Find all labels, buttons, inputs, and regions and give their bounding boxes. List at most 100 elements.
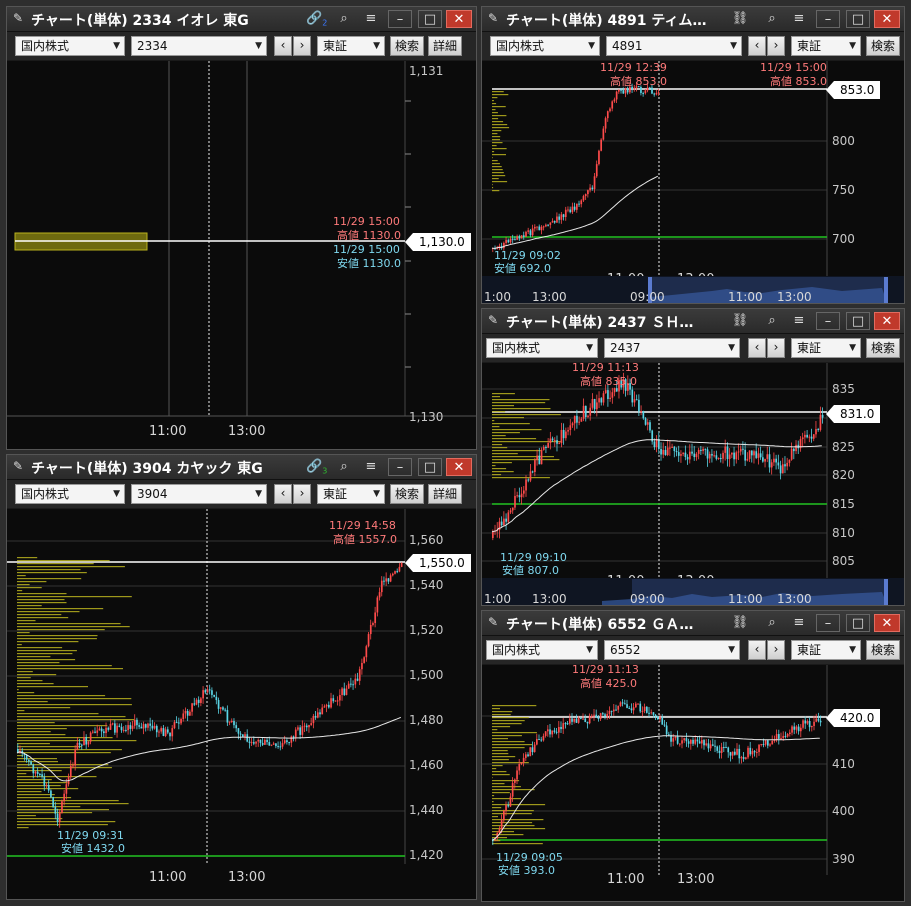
high-label: 高値 835.0 [580, 374, 637, 388]
volume-profile-bar [492, 172, 504, 174]
maximize-button[interactable]: □ [846, 614, 870, 632]
next-button[interactable]: › [293, 36, 311, 56]
next-button[interactable]: › [767, 36, 785, 56]
volume-profile-bar [17, 605, 42, 607]
navigator-handle-right[interactable] [884, 277, 888, 303]
prev-button[interactable]: ‹ [274, 484, 292, 504]
code-input[interactable]: 2334 ▼ [131, 36, 267, 56]
close-button[interactable]: ✕ [446, 458, 472, 476]
candle-body [538, 226, 541, 231]
search-button[interactable]: 検索 [866, 640, 900, 660]
close-button[interactable]: ✕ [874, 614, 900, 632]
market-select[interactable]: 国内株式 ▼ [486, 338, 598, 358]
candle-body [120, 726, 123, 731]
price-chart[interactable]: 1,560 1,540 1,520 1,500 1,480 1,460 1,44… [7, 509, 476, 899]
menu-icon[interactable]: ≡ [361, 458, 381, 476]
minimize-button[interactable]: – [816, 614, 840, 632]
title-bar[interactable]: ✎ チャート(単体) 4891 ティム… ⛓ ⌕ ≡ – □ ✕ [482, 7, 904, 32]
maximize-button[interactable]: □ [418, 458, 442, 476]
title-bar[interactable]: ✎ チャート(単体) 2334 イオレ 東G 🔗2 ⌕ ≡ – □ ✕ [7, 7, 476, 32]
search-button[interactable]: 検索 [390, 36, 424, 56]
volume-profile-bar [492, 729, 498, 731]
minimize-button[interactable]: – [388, 10, 412, 28]
candle-body [565, 431, 567, 439]
pin-icon[interactable]: ✎ [488, 11, 498, 25]
candle-body [608, 710, 611, 714]
prev-button[interactable]: ‹ [748, 36, 766, 56]
menu-icon[interactable]: ≡ [789, 312, 809, 330]
code-input[interactable]: 2437 ▼ [604, 338, 740, 358]
volume-profile-bar [492, 429, 542, 431]
link-icon[interactable]: 🔗3 [306, 458, 327, 476]
pin-icon[interactable]: ✎ [488, 313, 498, 327]
price-chart[interactable]: 800 750 700 11/29 12:39 高値 853.0 11/29 1… [482, 61, 904, 303]
pin-icon[interactable]: ✎ [13, 11, 23, 25]
candle-body [562, 214, 565, 218]
price-chart[interactable]: 1,131 1,130 11/29 15:00 高値 1130.0 11/29 … [7, 61, 476, 449]
prev-button[interactable]: ‹ [748, 338, 766, 358]
candle-body [633, 399, 636, 403]
search-button[interactable]: 検索 [866, 338, 900, 358]
title-bar[interactable]: ✎ チャート(単体) 3904 カヤック 東G 🔗3 ⌕ ≡ – □ ✕ [7, 455, 476, 480]
candle-body [609, 108, 611, 112]
low-time: 11/29 09:31 [57, 829, 124, 842]
minimize-button[interactable]: – [388, 458, 412, 476]
navigator-handle-right[interactable] [884, 579, 888, 605]
volume-profile-bar [17, 770, 62, 772]
link-icon[interactable]: ⛓ [730, 614, 750, 632]
minimize-button[interactable]: – [816, 312, 840, 330]
candle-body [255, 741, 257, 744]
exchange-select[interactable]: 東証 ▼ [317, 484, 385, 504]
close-button[interactable]: ✕ [874, 312, 900, 330]
exchange-select[interactable]: 東証 ▼ [791, 640, 861, 660]
volume-profile-bar [17, 626, 130, 628]
market-select[interactable]: 国内株式 ▼ [490, 36, 600, 56]
menu-icon[interactable]: ≡ [789, 614, 809, 632]
market-select[interactable]: 国内株式 ▼ [15, 36, 125, 56]
close-button[interactable]: ✕ [874, 10, 900, 28]
exchange-select[interactable]: 東証 ▼ [317, 36, 385, 56]
prev-button[interactable]: ‹ [748, 640, 766, 660]
search-icon[interactable]: ⌕ [762, 312, 782, 330]
title-bar[interactable]: ✎ チャート(単体) 6552 ＧＡ… ⛓ ⌕ ≡ – □ ✕ [482, 611, 904, 636]
code-input[interactable]: 4891 ▼ [606, 36, 742, 56]
code-input[interactable]: 3904 ▼ [131, 484, 267, 504]
link-icon[interactable]: ⛓ [730, 10, 750, 28]
maximize-button[interactable]: □ [418, 10, 442, 28]
next-button[interactable]: › [293, 484, 311, 504]
title-bar[interactable]: ✎ チャート(単体) 2437 ＳＨ… ⛓ ⌕ ≡ – □ ✕ [482, 309, 904, 334]
search-button[interactable]: 検索 [866, 36, 900, 56]
search-icon[interactable]: ⌕ [334, 458, 354, 476]
search-icon[interactable]: ⌕ [762, 614, 782, 632]
prev-button[interactable]: ‹ [274, 36, 292, 56]
next-button[interactable]: › [767, 640, 785, 660]
link-icon[interactable]: ⛓ [730, 312, 750, 330]
navigator-range[interactable] [648, 277, 888, 303]
maximize-button[interactable]: □ [846, 312, 870, 330]
next-button[interactable]: › [767, 338, 785, 358]
market-select[interactable]: 国内株式 ▼ [15, 484, 125, 504]
volume-profile-bar [492, 813, 532, 815]
price-chart[interactable]: 410 400 390 11/29 11:13 高値 425.0 11/29 0… [482, 665, 904, 901]
exchange-select[interactable]: 東証 ▼ [791, 338, 861, 358]
menu-icon[interactable]: ≡ [789, 10, 809, 28]
maximize-button[interactable]: □ [846, 10, 870, 28]
pin-icon[interactable]: ✎ [488, 615, 498, 629]
exchange-select[interactable]: 東証 ▼ [791, 36, 861, 56]
candle-body [118, 725, 121, 727]
search-icon[interactable]: ⌕ [334, 10, 354, 28]
search-icon[interactable]: ⌕ [762, 10, 782, 28]
volume-profile-bar [17, 716, 126, 718]
price-chart[interactable]: 835 825 820 815 810 805 11/29 11:13 高値 8… [482, 363, 904, 605]
close-button[interactable]: ✕ [446, 10, 472, 28]
candle-body [593, 714, 595, 716]
pin-icon[interactable]: ✎ [13, 459, 23, 473]
code-input[interactable]: 6552 ▼ [604, 640, 740, 660]
minimize-button[interactable]: – [816, 10, 840, 28]
link-icon[interactable]: 🔗2 [306, 10, 327, 28]
menu-icon[interactable]: ≡ [361, 10, 381, 28]
market-select[interactable]: 国内株式 ▼ [486, 640, 598, 660]
detail-button[interactable]: 詳細 [428, 36, 462, 56]
search-button[interactable]: 検索 [390, 484, 424, 504]
detail-button[interactable]: 詳細 [428, 484, 462, 504]
